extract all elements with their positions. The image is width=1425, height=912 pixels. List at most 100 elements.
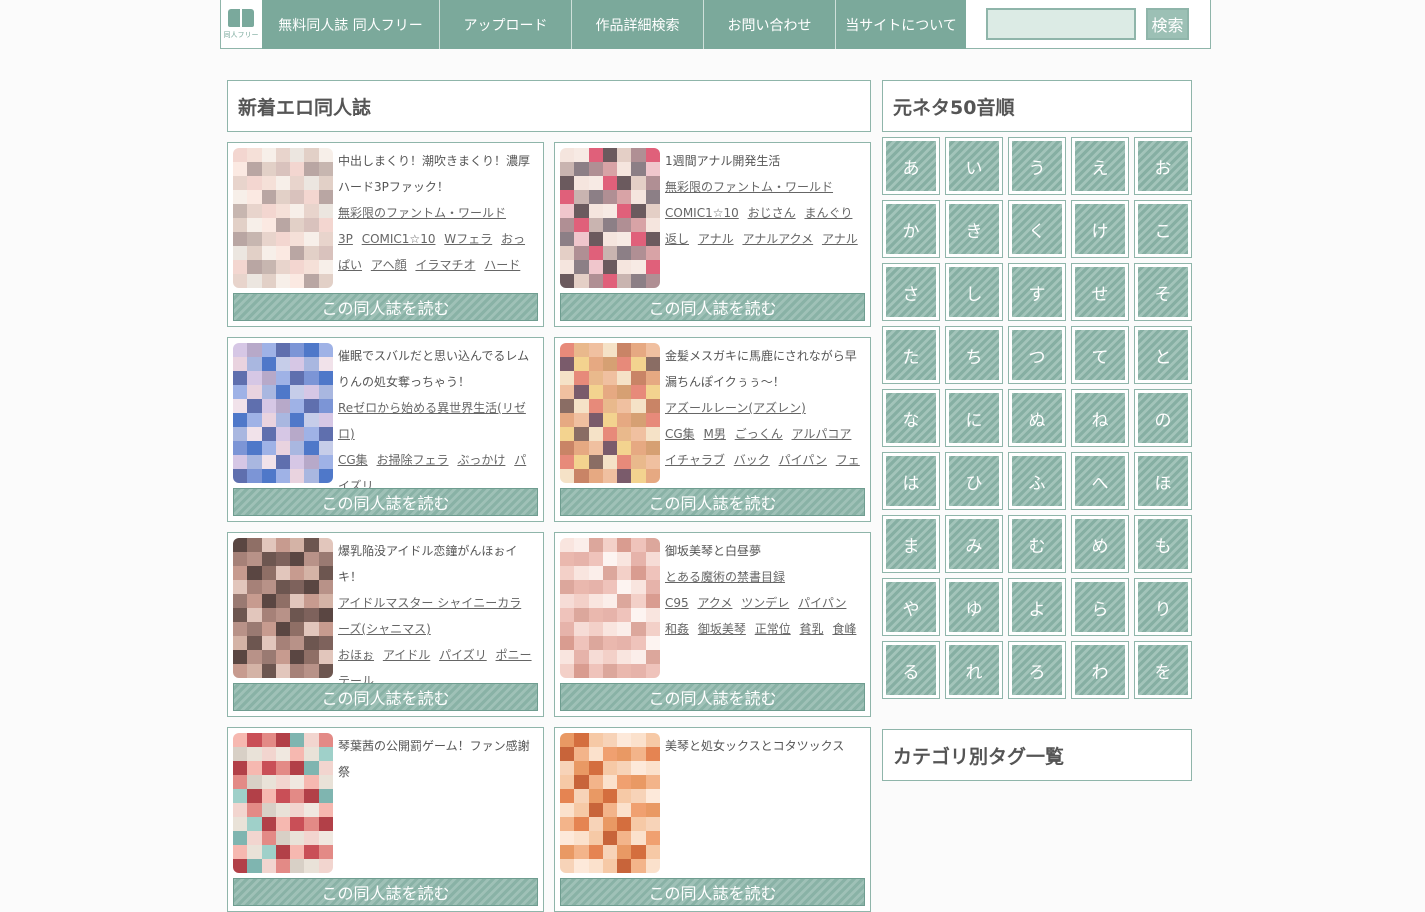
cover-thumbnail[interactable]	[560, 343, 660, 483]
kana-button[interactable]: け	[1071, 200, 1129, 258]
cover-thumbnail[interactable]	[233, 733, 333, 873]
kana-button[interactable]: ね	[1071, 389, 1129, 447]
card-title[interactable]: 御坂美琴と白昼夢	[665, 538, 860, 564]
card-title[interactable]: 1週間アナル開発生活	[665, 148, 860, 174]
kana-button[interactable]: せ	[1071, 263, 1129, 321]
kana-button[interactable]: ろ	[1008, 641, 1066, 699]
kana-button[interactable]: め	[1071, 515, 1129, 573]
kana-button[interactable]: も	[1134, 515, 1192, 573]
tag-link[interactable]: アルパコア	[792, 427, 852, 441]
kana-button[interactable]: な	[882, 389, 940, 447]
source-link[interactable]: 無彩限のファントム・ワールド	[338, 206, 506, 220]
kana-button[interactable]: い	[945, 137, 1003, 195]
kana-button[interactable]: つ	[1008, 326, 1066, 384]
tag-link[interactable]: 和姦	[665, 622, 689, 636]
kana-button[interactable]: あ	[882, 137, 940, 195]
source-link[interactable]: 無彩限のファントム・ワールド	[665, 180, 833, 194]
nav-detail-search[interactable]: 作品詳細検索	[572, 0, 704, 49]
tag-link[interactable]: アイドル	[383, 648, 430, 662]
cover-thumbnail[interactable]	[233, 343, 333, 483]
tag-link[interactable]: アヘ顔	[371, 258, 407, 272]
read-button[interactable]: この同人誌を読む	[233, 683, 538, 711]
tag-link[interactable]: パイパン	[779, 453, 827, 467]
tag-link[interactable]: ぶっかけ	[457, 453, 505, 467]
kana-button[interactable]: さ	[882, 263, 940, 321]
kana-button[interactable]: き	[945, 200, 1003, 258]
source-link[interactable]: とある魔術の禁書目録	[665, 570, 785, 584]
kana-button[interactable]: ふ	[1008, 452, 1066, 510]
kana-button[interactable]: れ	[945, 641, 1003, 699]
tag-link[interactable]: CG集	[338, 453, 368, 467]
source-link[interactable]: Reゼロから始める異世界生活(リゼロ)	[338, 401, 526, 441]
read-button[interactable]: この同人誌を読む	[560, 683, 865, 711]
read-button[interactable]: この同人誌を読む	[233, 293, 538, 321]
kana-button[interactable]: し	[945, 263, 1003, 321]
kana-button[interactable]: を	[1134, 641, 1192, 699]
kana-button[interactable]: ま	[882, 515, 940, 573]
cover-thumbnail[interactable]	[560, 538, 660, 678]
read-button[interactable]: この同人誌を読む	[233, 878, 538, 906]
tag-link[interactable]: COMIC1☆10	[362, 232, 436, 246]
tag-link[interactable]: ハード	[484, 258, 520, 272]
kana-button[interactable]: て	[1071, 326, 1129, 384]
tag-link[interactable]: ごっくん	[735, 427, 783, 441]
tag-link[interactable]: パイズリ	[439, 648, 487, 662]
read-button[interactable]: この同人誌を読む	[560, 488, 865, 516]
kana-button[interactable]: ち	[945, 326, 1003, 384]
nav-upload[interactable]: アップロード	[440, 0, 572, 49]
read-button[interactable]: この同人誌を読む	[560, 878, 865, 906]
tag-link[interactable]: ツンデレ	[741, 596, 789, 610]
kana-button[interactable]: え	[1071, 137, 1129, 195]
tag-link[interactable]: COMIC1☆10	[665, 206, 739, 220]
cover-thumbnail[interactable]	[560, 733, 660, 873]
card-title[interactable]: 催眠でスバルだと思い込んでるレムりんの処女奪っちゃう！	[338, 343, 533, 395]
site-logo[interactable]: 同人フリー	[221, 0, 261, 49]
tag-link[interactable]: M男	[704, 427, 726, 441]
tag-link[interactable]: おほぉ	[338, 648, 374, 662]
nav-about[interactable]: 当サイトについて	[836, 0, 966, 49]
cover-thumbnail[interactable]	[233, 148, 333, 288]
tag-link[interactable]: CG集	[665, 427, 695, 441]
tag-link[interactable]: イラマチオ	[415, 258, 475, 272]
tag-link[interactable]: パイパン	[798, 596, 846, 610]
tag-link[interactable]: C95	[665, 596, 689, 610]
kana-button[interactable]: ぬ	[1008, 389, 1066, 447]
kana-button[interactable]: や	[882, 578, 940, 636]
tag-link[interactable]: 正常位	[755, 622, 791, 636]
tag-link[interactable]: アナルアクメ	[742, 232, 813, 246]
kana-button[interactable]: は	[882, 452, 940, 510]
kana-button[interactable]: み	[945, 515, 1003, 573]
tag-link[interactable]: アナル	[698, 232, 734, 246]
tag-link[interactable]: おじさん	[748, 206, 796, 220]
nav-contact[interactable]: お問い合わせ	[704, 0, 836, 49]
kana-button[interactable]: と	[1134, 326, 1192, 384]
tag-link[interactable]: バック	[734, 453, 770, 467]
source-link[interactable]: アイドルマスター シャイニーカラーズ(シャニマス)	[338, 596, 521, 636]
search-input[interactable]	[986, 8, 1136, 40]
kana-button[interactable]: た	[882, 326, 940, 384]
tag-link[interactable]: アクメ	[697, 596, 732, 610]
cover-thumbnail[interactable]	[560, 148, 660, 288]
cover-thumbnail[interactable]	[233, 538, 333, 678]
card-title[interactable]: 中出しまくり！潮吹きまくり！濃厚ハード3Pファック！	[338, 148, 533, 200]
card-title[interactable]: 美琴と処女ックスとコタツックス	[665, 733, 860, 759]
kana-button[interactable]: に	[945, 389, 1003, 447]
kana-button[interactable]: ゆ	[945, 578, 1003, 636]
kana-button[interactable]: り	[1134, 578, 1192, 636]
tag-link[interactable]: 御坂美琴	[698, 622, 746, 636]
kana-button[interactable]: す	[1008, 263, 1066, 321]
kana-button[interactable]: く	[1008, 200, 1066, 258]
card-title[interactable]: 金髪メスガキに馬鹿にされながら早漏ちんぽイクぅぅ～！	[665, 343, 860, 395]
tag-link[interactable]: お掃除フェラ	[377, 453, 449, 467]
kana-button[interactable]: お	[1134, 137, 1192, 195]
kana-button[interactable]: ひ	[945, 452, 1003, 510]
tag-link[interactable]: Wフェラ	[444, 232, 492, 246]
kana-button[interactable]: む	[1008, 515, 1066, 573]
kana-button[interactable]: う	[1008, 137, 1066, 195]
kana-button[interactable]: る	[882, 641, 940, 699]
search-button[interactable]: 検索	[1146, 8, 1189, 40]
tag-link[interactable]: イチャラブ	[665, 453, 725, 467]
source-link[interactable]: アズールレーン(アズレン)	[665, 401, 806, 415]
kana-button[interactable]: わ	[1071, 641, 1129, 699]
kana-button[interactable]: ら	[1071, 578, 1129, 636]
